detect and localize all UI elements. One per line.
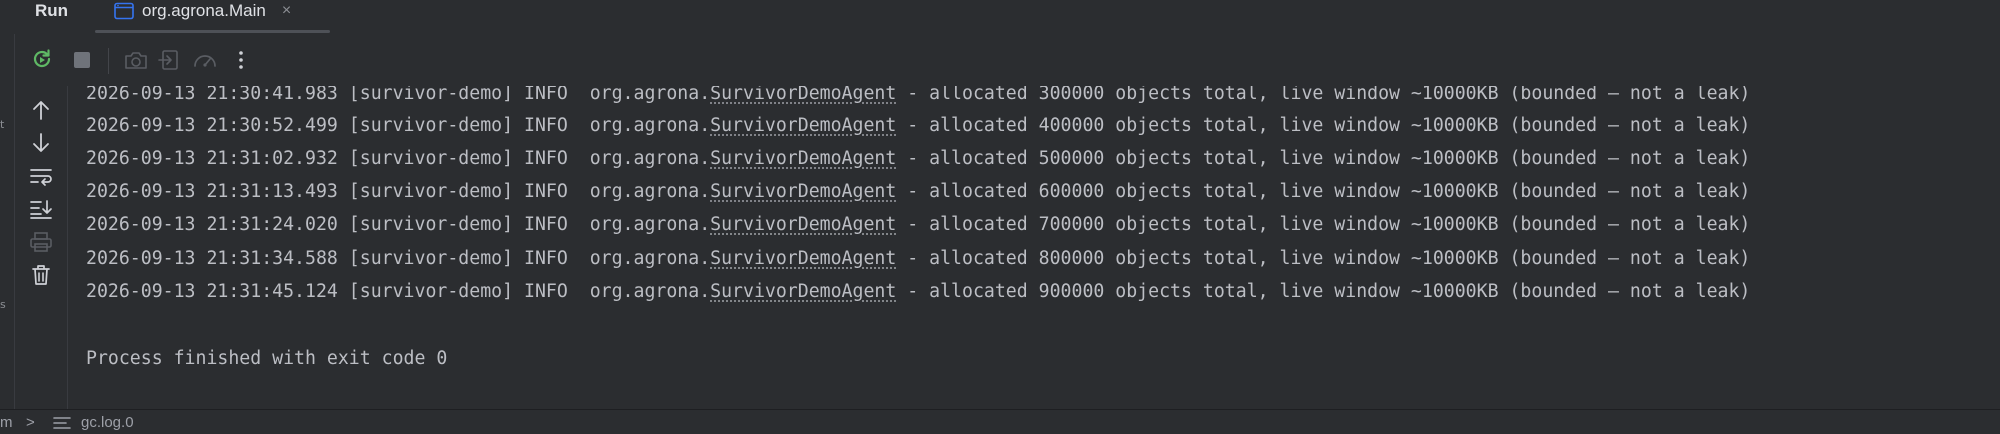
- print-icon: [29, 231, 53, 253]
- left-tool-strip: t s: [0, 34, 15, 409]
- log-line: 2026-09-13 21:31:24.020 [survivor-demo] …: [86, 208, 1750, 241]
- breadcrumb-fragment[interactable]: m: [0, 413, 13, 433]
- log-line: 2026-09-13 21:31:45.124 [survivor-demo] …: [86, 275, 1750, 308]
- class-link[interactable]: SurvivorDemoAgent: [710, 281, 896, 302]
- console-output[interactable]: 2026-09-13 21:30:41.983 [survivor-demo] …: [68, 86, 2000, 409]
- more-actions-button[interactable]: [226, 45, 256, 75]
- log-line: 2026-09-13 21:31:34.588 [survivor-demo] …: [86, 242, 1750, 275]
- gauge-icon: [192, 48, 218, 72]
- print-button[interactable]: [26, 227, 56, 257]
- class-link[interactable]: SurvivorDemoAgent: [710, 86, 896, 104]
- breadcrumb-separator: >: [26, 413, 35, 433]
- tool-window-header: Run org.agrona.Main ×: [0, 0, 2000, 35]
- run-toolbar: [15, 34, 2000, 86]
- rerun-button[interactable]: [27, 45, 57, 75]
- breadcrumb-file[interactable]: gc.log.0: [81, 413, 134, 433]
- class-link[interactable]: SurvivorDemoAgent: [710, 181, 896, 202]
- arrow-up-icon: [31, 99, 51, 121]
- camera-icon: [123, 48, 149, 72]
- stop-icon: [71, 49, 93, 71]
- class-link[interactable]: SurvivorDemoAgent: [710, 115, 896, 136]
- log-line: 2026-09-13 21:30:52.499 [survivor-demo] …: [86, 109, 1750, 142]
- exit-message: Process finished with exit code 0: [86, 342, 447, 375]
- strip-glyph: t: [0, 118, 4, 131]
- class-link[interactable]: SurvivorDemoAgent: [710, 214, 896, 235]
- rerun-icon: [29, 47, 55, 73]
- arrow-down-icon: [31, 132, 51, 154]
- toolbar-separator: [108, 48, 109, 74]
- stop-button[interactable]: [67, 45, 97, 75]
- class-link[interactable]: SurvivorDemoAgent: [710, 148, 896, 169]
- log-line: 2026-09-13 21:30:41.983 [survivor-demo] …: [86, 86, 1750, 110]
- run-tool-window-title: Run: [35, 0, 68, 22]
- log-line: 2026-09-13 21:31:13.493 [survivor-demo] …: [86, 175, 1750, 208]
- clear-all-button[interactable]: [26, 260, 56, 290]
- profiler-button[interactable]: [190, 45, 220, 75]
- soft-wrap-button[interactable]: [26, 161, 56, 191]
- text-file-icon: [52, 415, 72, 431]
- up-button[interactable]: [26, 95, 56, 125]
- tab-scroll-indicator: [95, 30, 330, 33]
- console-gutter: [15, 86, 68, 409]
- exit-button[interactable]: [155, 45, 185, 75]
- trash-icon: [30, 263, 52, 287]
- strip-glyph: s: [0, 298, 6, 311]
- dump-threads-button[interactable]: [121, 45, 151, 75]
- soft-wrap-icon: [29, 165, 53, 187]
- class-link[interactable]: SurvivorDemoAgent: [710, 248, 896, 269]
- scroll-to-end-icon: [29, 198, 53, 220]
- scroll-to-end-button[interactable]: [26, 194, 56, 224]
- exit-icon: [157, 48, 183, 72]
- close-icon[interactable]: ×: [282, 2, 291, 20]
- tab-label: org.agrona.Main: [142, 1, 266, 21]
- application-icon: [114, 2, 134, 20]
- more-icon: [236, 48, 246, 72]
- log-line: 2026-09-13 21:31:02.932 [survivor-demo] …: [86, 142, 1750, 175]
- status-bar: m > gc.log.0: [0, 409, 2000, 434]
- down-button[interactable]: [26, 128, 56, 158]
- tab-org-agrona-main[interactable]: org.agrona.Main ×: [114, 0, 291, 22]
